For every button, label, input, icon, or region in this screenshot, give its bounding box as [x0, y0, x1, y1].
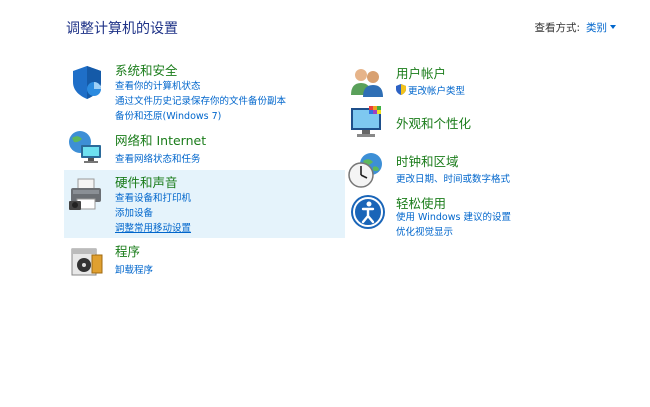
ease-of-access-icon	[351, 195, 385, 229]
link-recommended-settings[interactable]: 使用 Windows 建议的设置	[396, 209, 511, 223]
link-view-computer-status[interactable]: 查看你的计算机状态	[115, 78, 201, 92]
category-hardware-sound[interactable]: 硬件和声音 查看设备和打印机 添加设备 调整常用移动设置	[64, 170, 345, 238]
link-uninstall-program[interactable]: 卸载程序	[115, 262, 153, 276]
category-title-network[interactable]: 网络和 Internet	[115, 130, 206, 149]
view-by-label: 查看方式:	[534, 22, 580, 34]
shield-icon	[73, 66, 101, 99]
network-icon	[69, 131, 101, 163]
category-title-user-accounts[interactable]: 用户帐户	[396, 63, 446, 82]
link-network-status[interactable]: 查看网络状态和任务	[115, 151, 201, 165]
link-add-device[interactable]: 添加设备	[115, 205, 153, 219]
chevron-down-icon	[610, 25, 616, 29]
link-backup-restore[interactable]: 备份和还原(Windows 7)	[115, 108, 221, 122]
category-title-system-security[interactable]: 系统和安全	[115, 60, 178, 79]
clock-globe-icon	[348, 153, 382, 188]
users-icon	[351, 69, 383, 97]
category-title-clock-region[interactable]: 时钟和区域	[396, 151, 459, 170]
view-by: 查看方式: 类别	[534, 20, 616, 35]
category-title-hardware-sound[interactable]: 硬件和声音	[115, 172, 178, 191]
link-change-account-type-label: 更改帐户类型	[408, 86, 466, 97]
link-file-history[interactable]: 通过文件历史记录保存你的文件备份副本	[115, 93, 286, 107]
link-mobility-settings[interactable]: 调整常用移动设置	[115, 220, 191, 234]
programs-icon	[71, 248, 103, 276]
category-title-appearance[interactable]: 外观和个性化	[396, 113, 471, 132]
view-by-value: 类别	[586, 22, 607, 34]
link-devices-printers[interactable]: 查看设备和打印机	[115, 190, 191, 204]
link-optimize-visual[interactable]: 优化视觉显示	[396, 224, 453, 238]
view-by-dropdown[interactable]: 类别	[586, 22, 616, 34]
category-title-programs[interactable]: 程序	[115, 241, 140, 260]
page-title: 调整计算机的设置	[66, 21, 178, 37]
monitor-icon	[351, 106, 381, 137]
printer-icon	[69, 178, 101, 210]
link-change-account-type[interactable]: 更改帐户类型	[396, 83, 465, 97]
link-change-date-time-format[interactable]: 更改日期、时间或数字格式	[396, 171, 510, 185]
uac-shield-icon	[396, 84, 406, 95]
